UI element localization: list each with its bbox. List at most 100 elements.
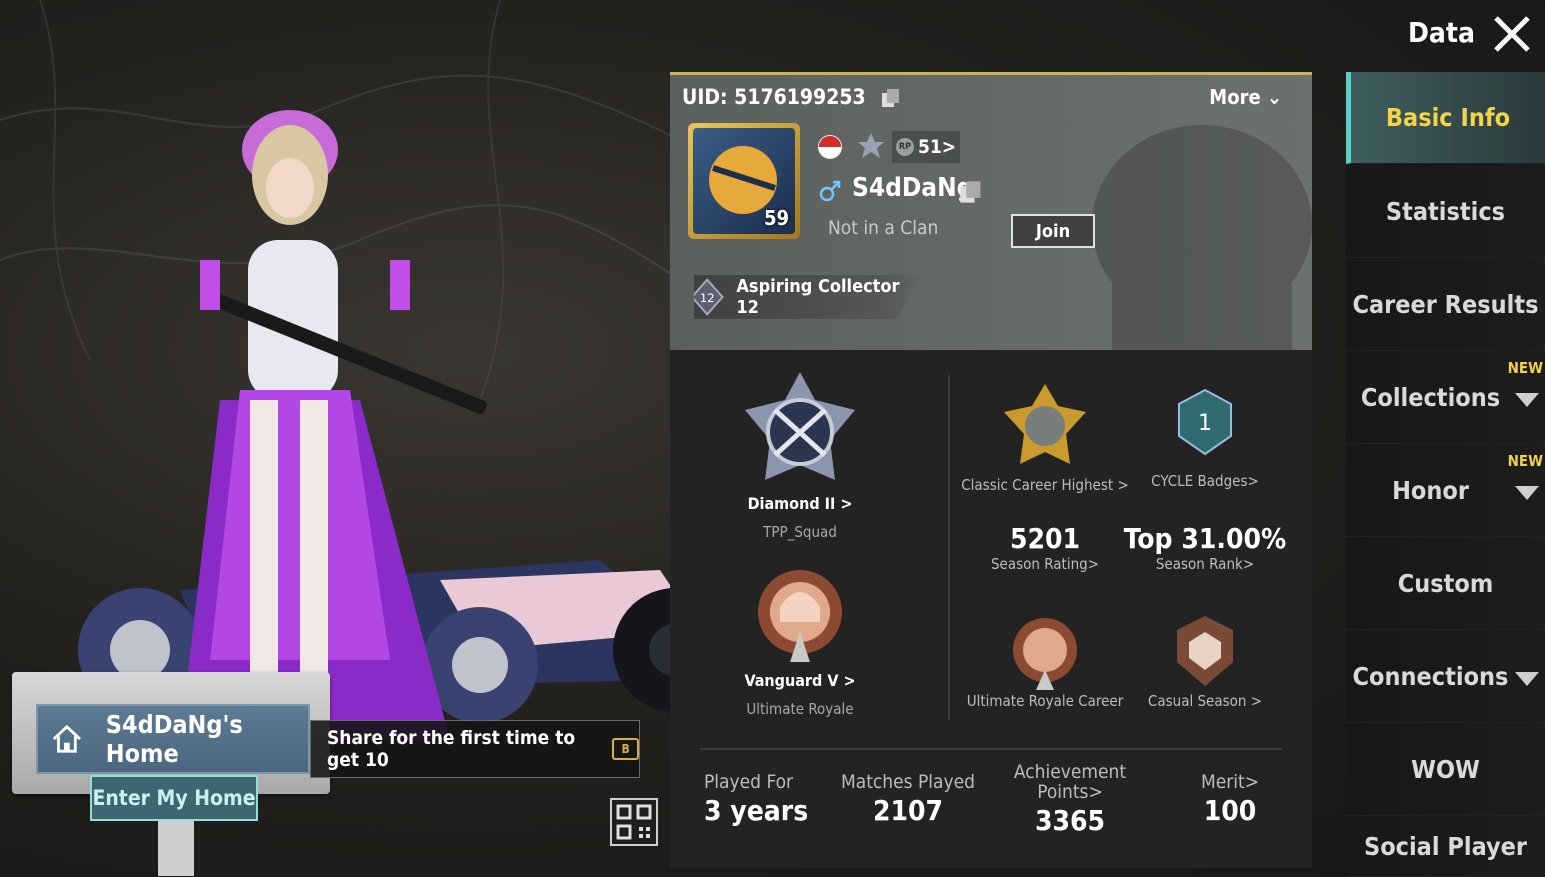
new-badge: NEW (1507, 359, 1543, 377)
sidebar-item-label: Social Player (1364, 831, 1527, 861)
casual-season[interactable]: Casual Season > (1130, 612, 1280, 710)
clan-status: Not in a Clan (828, 217, 939, 239)
played-for-label: Played For (704, 771, 794, 793)
uid-label: UID: 5176199253 (682, 85, 902, 109)
ultimate-royale-career[interactable]: Ultimate Royale Career (955, 612, 1135, 710)
sidebar-item-career-results[interactable]: Career Results (1346, 258, 1545, 351)
expand-arrow-icon (1515, 486, 1539, 500)
bcoin-icon: B (612, 738, 639, 760)
classic-career-badge[interactable]: Classic Career Highest > (955, 382, 1135, 494)
sidebar-item-social-player[interactable]: Social Player (1346, 816, 1545, 877)
sidebar-item-label: Statistics (1385, 196, 1506, 226)
sidebar-item-label: Honor (1392, 475, 1469, 505)
expand-arrow-icon (1515, 672, 1539, 686)
avatar: 59 (693, 128, 795, 234)
rp-level: 51> (917, 136, 957, 158)
casual-season-label[interactable]: Casual Season > (1130, 692, 1280, 710)
new-badge: NEW (1507, 452, 1543, 470)
season-rank-label[interactable]: Season Rank> (1120, 555, 1290, 573)
classic-career-label[interactable]: Classic Career Highest > (955, 476, 1135, 494)
tier-badge-icon[interactable] (856, 131, 886, 161)
merit-value: 100 (1203, 794, 1257, 827)
cycle-number: 1 (1198, 411, 1212, 436)
ultimate-rank-mode: Ultimate Royale (746, 700, 854, 718)
tpp-rank-mode: TPP_Squad (763, 523, 837, 541)
sidebar-item-label: Collections (1360, 382, 1501, 412)
more-label: More (1209, 85, 1261, 109)
played-for-stat: Played For 3 years (688, 772, 824, 827)
casual-season-icon (1177, 616, 1233, 686)
vanguard-rank-icon (758, 570, 842, 662)
horizontal-divider (700, 748, 1282, 750)
diamond-rank-icon (745, 372, 855, 480)
vertical-divider (948, 375, 950, 720)
merit-stat[interactable]: Merit> 100 (1170, 772, 1290, 827)
player-name: S4dDaNg (852, 173, 974, 203)
rp-icon: RP (895, 138, 914, 156)
sidebar-item-custom[interactable]: Custom (1346, 537, 1545, 630)
close-icon[interactable] (1490, 12, 1534, 56)
male-gender-icon (819, 180, 841, 202)
ultimate-rank[interactable]: Vanguard V > Ultimate Royale (720, 562, 880, 718)
ultimate-royale-career-label[interactable]: Ultimate Royale Career (955, 692, 1135, 710)
achievement-label: Achievement (1013, 761, 1127, 783)
season-rank[interactable]: Top 31.00% Season Rank> (1120, 522, 1290, 573)
cycle-badge-icon: 1 (1178, 388, 1232, 456)
sidebar-item-connections[interactable]: Connections (1346, 630, 1545, 723)
tpp-rank-tier[interactable]: Diamond II > (720, 494, 880, 513)
qr-code-icon[interactable] (610, 798, 658, 846)
sidebar-item-label: Career Results (1352, 289, 1539, 319)
home-label: S4dDaNg's Home (105, 710, 243, 768)
season-rating-label[interactable]: Season Rating> (955, 555, 1135, 573)
copy-name-icon[interactable] (958, 179, 984, 205)
more-dropdown[interactable]: More ⌄ (1209, 85, 1282, 109)
ultimate-royale-career-icon (1013, 618, 1077, 690)
title-ribbon[interactable]: 12 Aspiring Collector 12 (694, 275, 920, 319)
rp-level-badge[interactable]: RP 51> (892, 131, 960, 163)
matches-played-value: 2107 (872, 794, 944, 827)
tpp-rank[interactable]: Diamond II > TPP_Squad (720, 370, 880, 541)
sidebar-item-honor[interactable]: Honor NEW (1346, 444, 1545, 537)
matches-played-label: Matches Played (840, 771, 976, 793)
player-title: Aspiring Collector 12 (736, 276, 900, 318)
merit-label: Merit> (1200, 771, 1260, 793)
cycle-badge[interactable]: 1 CYCLE Badges> (1135, 388, 1275, 490)
matches-played-stat: Matches Played 2107 (838, 772, 978, 827)
stats-panel: Diamond II > TPP_Squad Vanguard V > Ulti… (670, 350, 1312, 868)
sidebar: Basic Info Statistics Career Results Col… (1346, 72, 1545, 877)
sidebar-item-wow[interactable]: WOW (1346, 723, 1545, 816)
avatar-level: 59 (763, 206, 789, 230)
profile-card: UID: 5176199253 More ⌄ 59 RP 51> S4dDaNg… (670, 72, 1312, 356)
played-for-value: 3 years (704, 794, 809, 827)
avatar-frame[interactable]: 59 (688, 123, 800, 239)
uid-text: UID: 5176199253 (682, 85, 866, 109)
classic-career-icon (1004, 384, 1086, 464)
season-rank-value: Top 31.00% (1123, 522, 1287, 555)
sidebar-item-label: Basic Info (1385, 103, 1511, 132)
join-clan-button[interactable]: Join (1011, 214, 1095, 248)
sidebar-item-label: Connections (1352, 661, 1509, 691)
share-text: Share for the first time to get 10 (327, 727, 576, 771)
home-icon (52, 724, 81, 753)
sidebar-item-basic-info[interactable]: Basic Info (1346, 72, 1545, 164)
achievement-points-label: Points> (1037, 781, 1103, 803)
ultimate-rank-tier[interactable]: Vanguard V > (720, 671, 880, 690)
sidebar-item-collections[interactable]: Collections NEW (1346, 351, 1545, 444)
enter-home-button[interactable]: Enter My Home (90, 775, 258, 821)
collector-emblem-icon: 12 (694, 278, 724, 316)
chevron-down-icon: ⌄ (1266, 85, 1282, 109)
copy-uid-icon[interactable] (880, 87, 902, 109)
page-title: Data (1408, 16, 1475, 49)
cycle-badges-label[interactable]: CYCLE Badges> (1135, 472, 1275, 490)
achievement-points-value: 3365 (1034, 804, 1106, 837)
title-badge-number: 12 (700, 291, 715, 305)
home-button[interactable]: S4dDaNg's Home (36, 704, 310, 774)
sidebar-item-label: WOW (1411, 754, 1480, 784)
season-rating-value: 5201 (1009, 522, 1081, 555)
achievement-points-stat[interactable]: Achievement Points> 3365 (1000, 762, 1140, 837)
season-rating[interactable]: 5201 Season Rating> (955, 522, 1135, 573)
sidebar-item-statistics[interactable]: Statistics (1346, 165, 1545, 258)
share-tooltip[interactable]: Share for the first time to get 10 B (310, 720, 640, 778)
sidebar-item-label: Custom (1397, 568, 1494, 598)
expand-arrow-icon (1515, 393, 1539, 407)
